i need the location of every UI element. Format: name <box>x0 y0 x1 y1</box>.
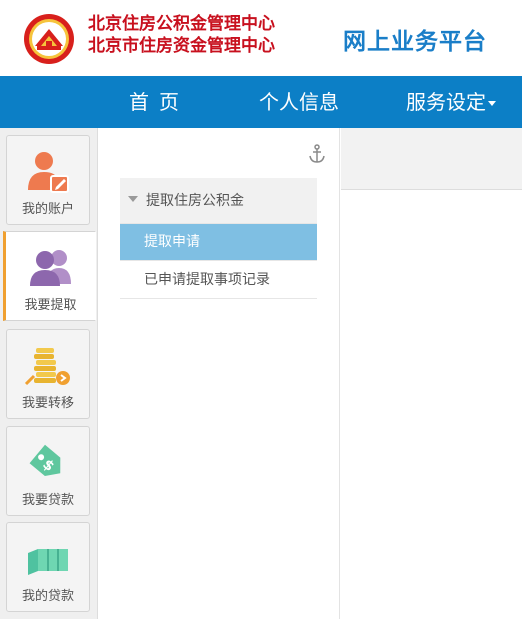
menu-group-label: 提取住房公积金 <box>146 193 244 209</box>
org-name-primary: 北京住房公积金管理中心 <box>88 14 275 34</box>
anchor-pin-icon[interactable] <box>308 144 326 164</box>
menu-group-withdraw-fund[interactable]: 提取住房公积金 <box>120 178 317 224</box>
content-toolbar <box>341 128 522 190</box>
site-header: 北京住房公积金管理中心 北京市住房资金管理中心 网上业务平台 <box>0 0 522 76</box>
rail-label: 我的贷款 <box>21 589 74 604</box>
caret-down-icon <box>128 196 138 202</box>
rail-item-loan-apply[interactable]: $ 我要贷款 <box>6 426 90 516</box>
rail-label: 我要提取 <box>24 298 77 313</box>
menu-item-withdraw-records[interactable]: 已申请提取事项记录 <box>120 261 317 299</box>
submenu-panel: 提取住房公积金 提取申请 已申请提取事项记录 <box>98 128 340 619</box>
rail-item-my-loan[interactable]: 我的贷款 <box>6 522 90 612</box>
menu-item-withdraw-apply[interactable]: 提取申请 <box>120 224 317 261</box>
price-tag-dollar-icon: $ <box>29 444 61 477</box>
nav-service-settings[interactable]: 服务设定 <box>406 76 496 128</box>
coin-stack-transfer-icon <box>24 348 70 386</box>
nav-profile[interactable]: 个人信息 <box>259 76 339 128</box>
main-content <box>341 128 522 619</box>
left-icon-rail: 我的账户 我要提取 我要转移 $ 我要贷款 我的贷款 <box>0 128 98 619</box>
users-group-icon <box>29 250 71 286</box>
platform-title: 网上业务平台 <box>343 29 487 55</box>
account-user-edit-icon <box>28 152 69 193</box>
rail-label: 我的账户 <box>21 202 74 217</box>
chevron-down-icon <box>488 101 496 106</box>
withdraw-menu: 提取住房公积金 提取申请 已申请提取事项记录 <box>120 178 317 299</box>
loan-cash-icon <box>28 549 68 575</box>
rail-item-my-account[interactable]: 我的账户 <box>6 135 90 225</box>
nav-home[interactable]: 首页 <box>129 76 189 128</box>
main-navbar: 首页 个人信息 服务设定 <box>0 76 522 128</box>
rail-label: 我要转移 <box>21 396 74 411</box>
housing-fund-emblem-icon[interactable] <box>23 13 75 65</box>
nav-service-label: 服务设定 <box>406 90 486 114</box>
org-names: 北京住房公积金管理中心 北京市住房资金管理中心 <box>88 13 275 57</box>
rail-item-withdraw[interactable]: 我要提取 <box>3 231 96 321</box>
rail-label: 我要贷款 <box>21 493 74 508</box>
org-name-secondary: 北京市住房资金管理中心 <box>88 36 275 56</box>
rail-item-transfer[interactable]: 我要转移 <box>6 329 90 419</box>
